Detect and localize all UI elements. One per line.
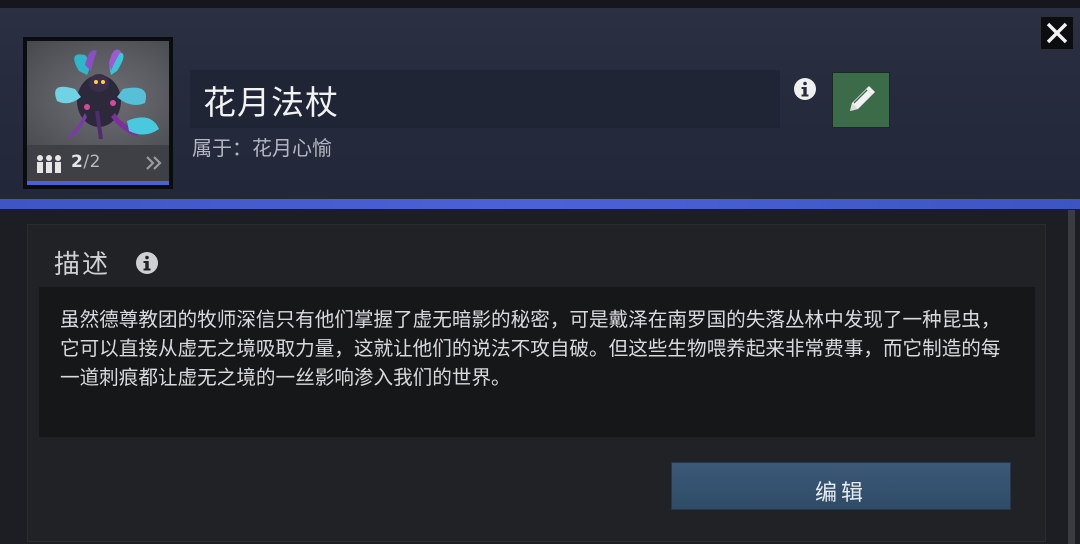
count-total: 2 bbox=[89, 152, 101, 172]
item-artwork bbox=[27, 41, 169, 145]
item-thumbnail[interactable]: 2/2 bbox=[23, 37, 173, 189]
pencil-icon bbox=[850, 86, 875, 111]
double-chevron-right-icon[interactable] bbox=[144, 153, 164, 173]
close-icon bbox=[1046, 22, 1068, 44]
edit-button[interactable]: 编辑 bbox=[671, 462, 1011, 510]
header-accent-bar bbox=[0, 199, 1080, 209]
thumbnail-accent-bar bbox=[27, 181, 169, 185]
description-body: 虽然德尊教团的牧师深信只有他们掌握了虚无暗影的秘密，可是戴泽在南罗国的失落丛林中… bbox=[39, 287, 1035, 437]
description-heading: 描述 bbox=[54, 250, 111, 280]
count-current: 2 bbox=[71, 152, 84, 172]
item-name-field: 花月法杖 bbox=[190, 70, 780, 128]
item-detail-window: 2/2 花月法杖 属于：花月心愉 描述 虽然德尊教团的牧师深信只有他们掌握了虚无… bbox=[0, 0, 1080, 544]
people-icon bbox=[37, 155, 61, 173]
info-icon[interactable] bbox=[793, 77, 817, 101]
description-text: 虽然德尊教团的牧师深信只有他们掌握了虚无暗影的秘密，可是戴泽在南罗国的失落丛林中… bbox=[60, 308, 1001, 389]
owner-prefix: 属于： bbox=[192, 136, 252, 160]
item-header: 2/2 花月法杖 属于：花月心愉 bbox=[0, 0, 1080, 200]
info-icon[interactable] bbox=[135, 251, 159, 275]
description-panel: 描述 虽然德尊教团的牧师深信只有他们掌握了虚无暗影的秘密，可是戴泽在南罗国的失落… bbox=[27, 224, 1046, 542]
item-name: 花月法杖 bbox=[203, 83, 339, 122]
scrollbar[interactable] bbox=[1068, 210, 1075, 544]
edit-name-button[interactable] bbox=[832, 72, 890, 128]
owner-line: 属于：花月心愉 bbox=[192, 132, 332, 161]
edit-button-label: 编辑 bbox=[814, 481, 867, 506]
item-count: 2/2 bbox=[71, 152, 101, 172]
item-count-bar: 2/2 bbox=[27, 145, 169, 181]
owner-name: 花月心愉 bbox=[252, 136, 332, 160]
close-button[interactable] bbox=[1040, 16, 1074, 50]
